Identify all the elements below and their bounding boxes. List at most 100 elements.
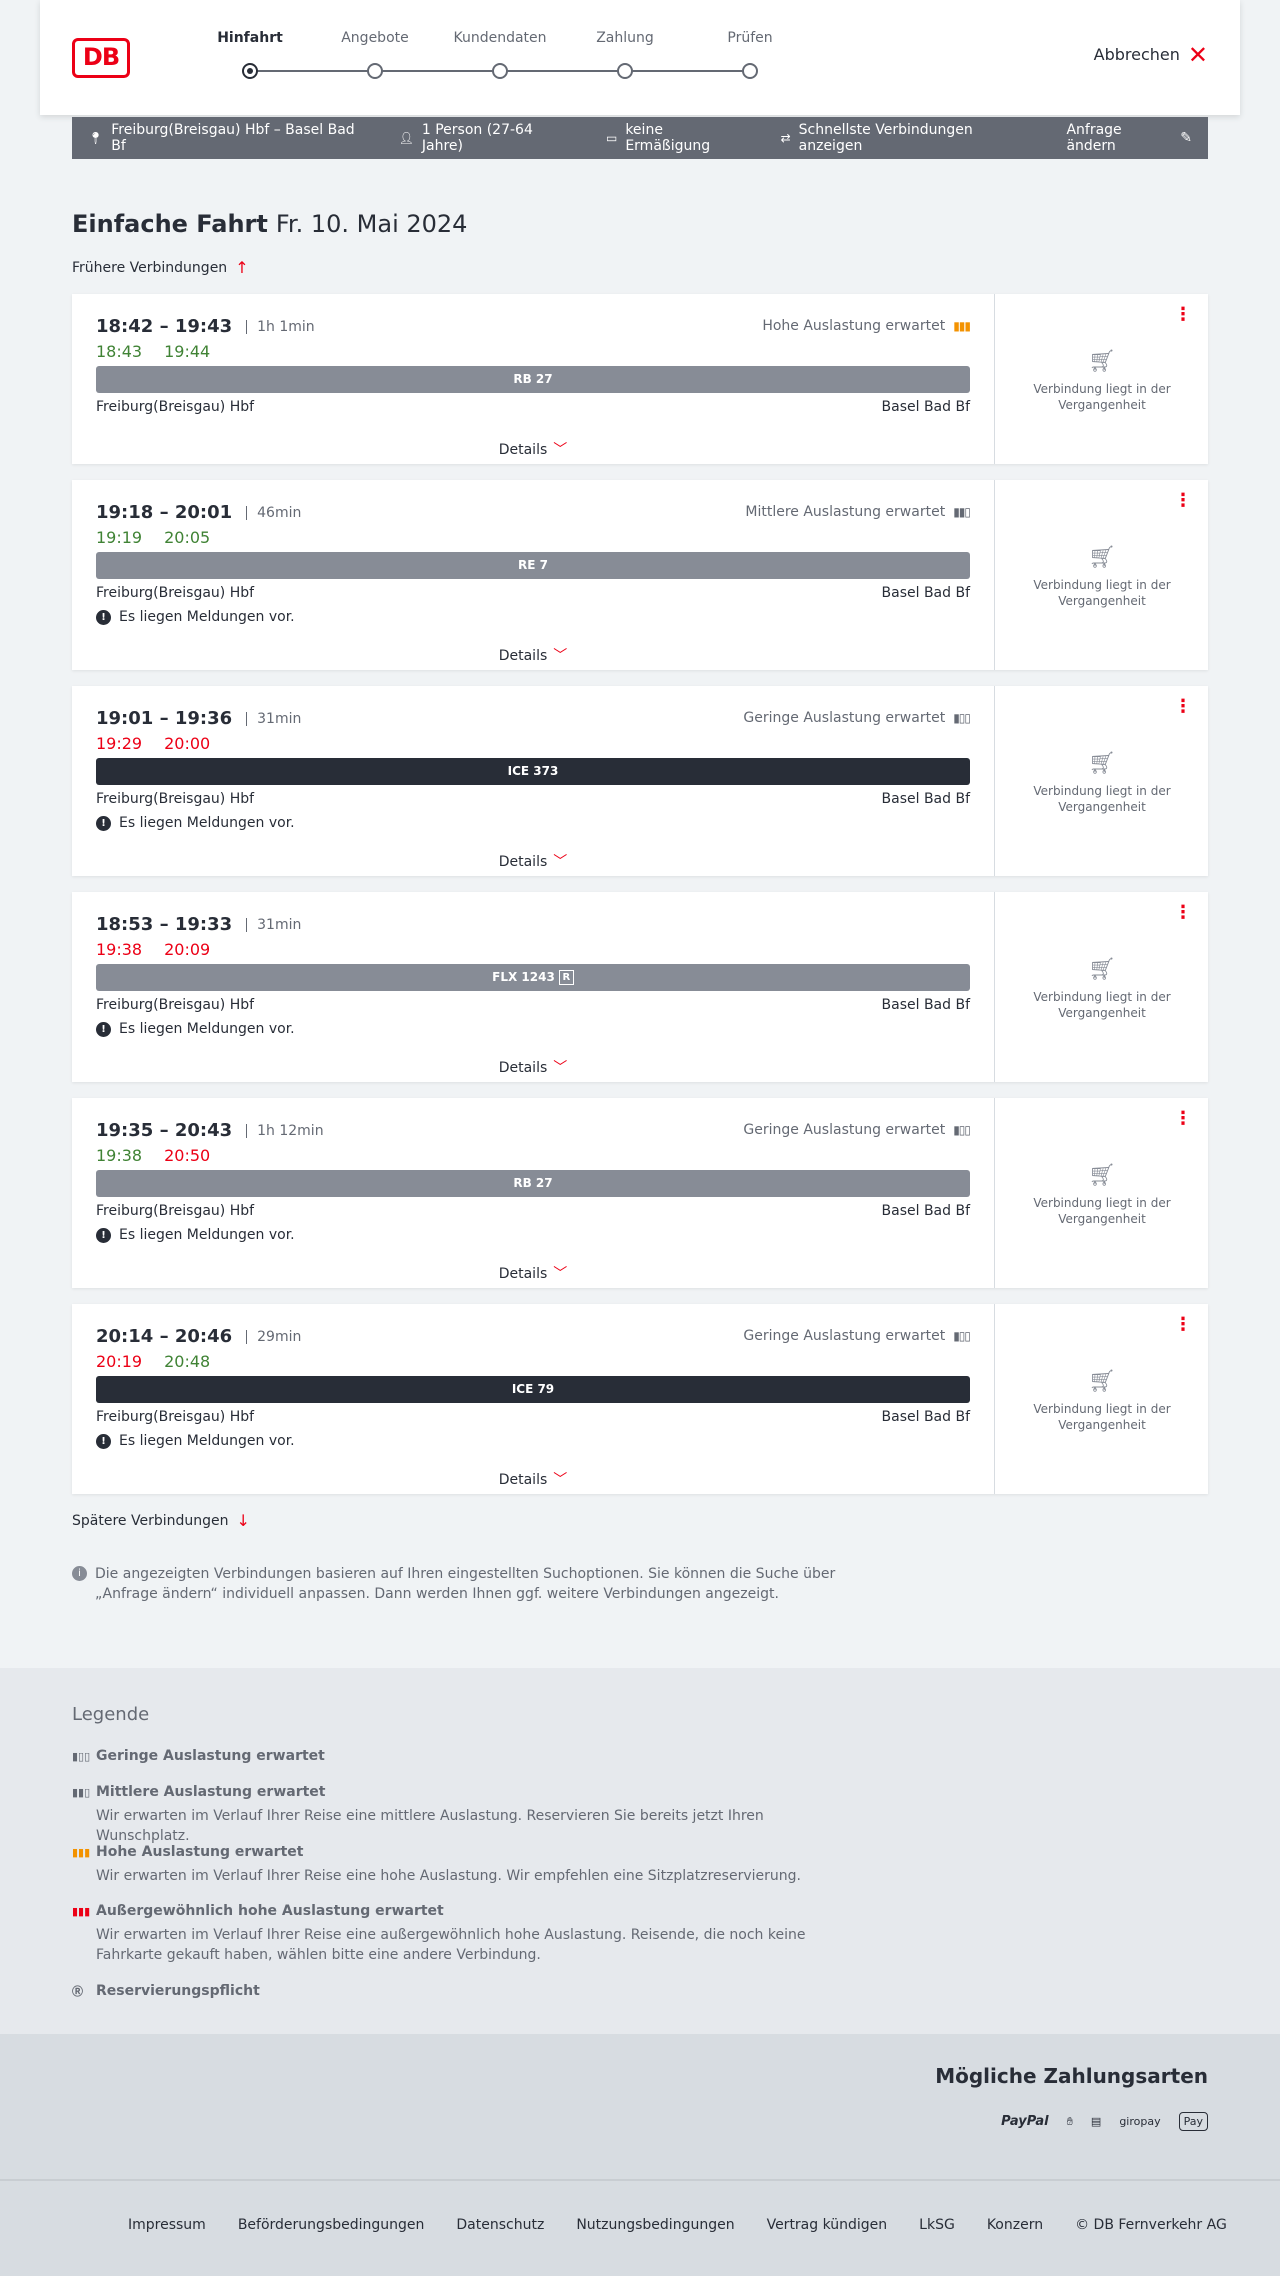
chevron-down-icon: ﹀ — [553, 1266, 568, 1282]
legend-item-title: Außergewöhnlich hohe Auslastung erwartet — [96, 1903, 444, 1919]
footer-links: Impressum Beförderungsbedingungen Datens… — [128, 2217, 1227, 2233]
earlier-connections-link[interactable]: Frühere Verbindungen ↑ — [72, 258, 249, 277]
reservation-icon: R — [558, 970, 574, 985]
chevron-down-icon: ﹀ — [553, 442, 568, 458]
details-toggle[interactable]: Details ﹀ — [72, 1469, 994, 1489]
chevron-down-icon: ﹀ — [553, 648, 568, 664]
chevron-down-icon: ﹀ — [553, 1472, 568, 1488]
connection-card[interactable]: 18:53 – 19:33 31min 19:38 20:09 FLX 1243 R Fre… — [72, 892, 1208, 1082]
realtime-times: 20:19 20:48 — [96, 1352, 210, 1371]
connection-card[interactable]: 19:01 – 19:36 31min 19:29 20:00 Geringe Ausl… — [72, 686, 1208, 876]
message-text: Es liegen Meldungen vor. — [119, 815, 295, 831]
footer-link-lksg[interactable]: LkSG — [919, 2217, 955, 2233]
cart-unavailable-icon: 🛒︎ — [1088, 751, 1116, 776]
legend-item-title: Reservierungspflicht — [96, 1983, 260, 1999]
connection-side: ⋮ 🛒︎ Verbindung liegt in der Vergangenheit — [994, 1098, 1208, 1288]
persons-summary: 👤︎ 1 Person (27-64 Jahre) — [399, 122, 574, 154]
progress-steps: Hinfahrt Angebote Kundendaten Zahlung Pr… — [190, 30, 790, 90]
footer-link-impressum[interactable]: Impressum — [128, 2217, 206, 2233]
legend-item-desc: Wir erwarten im Verlauf Ihrer Reise eine… — [96, 1868, 801, 1884]
footer-link-konzern[interactable]: Konzern — [987, 2217, 1043, 2233]
footer-link-nutzungsbedingungen[interactable]: Nutzungsbedingungen — [576, 2217, 734, 2233]
load-text: Geringe Auslastung erwartet — [743, 710, 946, 726]
alert-icon: ! — [96, 1433, 111, 1449]
more-options-icon[interactable]: ⋮ — [1174, 492, 1192, 510]
legend-title: Legende — [72, 1704, 150, 1725]
step-label: Angebote — [341, 30, 409, 46]
connection-card[interactable]: 20:14 – 20:46 29min 20:19 20:48 Geringe Ausl… — [72, 1304, 1208, 1494]
legend: Legende ▮▯▯ Geringe Auslastung erwartet ▮… — [0, 1668, 1280, 2034]
step-zahlung: Zahlung — [565, 30, 685, 79]
train-bar[interactable]: FLX 1243 R — [96, 964, 970, 991]
more-options-icon[interactable]: ⋮ — [1174, 1110, 1192, 1128]
planned-times: 19:35 – 20:43 — [96, 1120, 233, 1141]
legend-item-extreme: ▮▮▮ Außergewöhnlich hohe Auslastung erwar… — [72, 1903, 852, 1965]
db-logo[interactable]: DB — [72, 38, 130, 78]
realtime-times: 19:38 20:50 — [96, 1146, 210, 1165]
connection-card[interactable]: 18:42 – 19:43 1h 1min 18:43 19:44 Hohe Ausla… — [72, 294, 1208, 464]
train-bar[interactable]: ICE 373 — [96, 758, 970, 785]
medium-load-icon: ▮▮▯ — [72, 1785, 91, 1799]
details-toggle[interactable]: Details ﹀ — [72, 645, 994, 665]
footer-link-datenschutz[interactable]: Datenschutz — [456, 2217, 544, 2233]
connection-main: 18:53 – 19:33 31min 19:38 20:09 FLX 1243 R Fre… — [72, 892, 994, 1082]
footer-link-befoerderungsbedingungen[interactable]: Beförderungsbedingungen — [238, 2217, 425, 2233]
departure-station: Freiburg(Breisgau) Hbf — [96, 997, 255, 1013]
alert-icon: ! — [96, 1227, 111, 1243]
load-indicator: Mittlere Auslastung erwartet ▮▮▯ — [745, 504, 971, 520]
arrival-station: Basel Bad Bf — [881, 1203, 970, 1219]
high-load-icon: ▮▮▮ — [72, 1845, 91, 1859]
step-hinfahrt: Hinfahrt — [190, 30, 310, 79]
legend-item-medium: ▮▮▯ Mittlere Auslastung erwartet Wir erwar… — [72, 1784, 852, 1846]
past-connection-text: Verbindung liegt in der Vergangenheit — [1033, 382, 1171, 412]
legend-item-low: ▮▯▯ Geringe Auslastung erwartet — [72, 1748, 852, 1764]
step-dot — [242, 63, 258, 79]
later-connections-link[interactable]: Spätere Verbindungen ↓ — [72, 1511, 250, 1530]
card-icon: ▭ — [605, 131, 618, 145]
message-notice: ! Es liegen Meldungen vor. — [96, 1433, 295, 1449]
more-options-icon[interactable]: ⋮ — [1174, 306, 1192, 324]
message-text: Es liegen Meldungen vor. — [119, 1433, 295, 1449]
legend-item-high: ▮▮▮ Hohe Auslastung erwartet Wir erwarten … — [72, 1844, 852, 1886]
more-options-icon[interactable]: ⋮ — [1174, 1316, 1192, 1334]
connection-card[interactable]: 19:35 – 20:43 1h 12min 19:38 20:50 Geringe A… — [72, 1098, 1208, 1288]
details-toggle[interactable]: Details ﹀ — [72, 439, 994, 459]
planned-times: 19:18 – 20:01 — [96, 502, 233, 523]
connection-side: ⋮ 🛒︎ Verbindung liegt in der Vergangenheit — [994, 480, 1208, 670]
details-toggle[interactable]: Details ﹀ — [72, 1263, 994, 1283]
cart-unavailable-icon: 🛒︎ — [1088, 349, 1116, 374]
planned-times: 18:42 – 19:43 — [96, 316, 233, 337]
info-text: Die angezeigten Verbindungen basieren au… — [95, 1566, 836, 1602]
step-label: Zahlung — [596, 30, 654, 46]
more-options-icon[interactable]: ⋮ — [1174, 698, 1192, 716]
realtime-departure: 19:29 — [96, 734, 143, 753]
train-name: FLX 1243 — [492, 970, 555, 984]
step-kundendaten: Kundendaten — [440, 30, 560, 79]
train-bar[interactable]: RE 7 — [96, 552, 970, 579]
duration: 31min — [246, 711, 301, 726]
search-summary-bar: 📍︎ Freiburg(Breisgau) Hbf – Basel Bad Bf … — [72, 117, 1208, 159]
details-label: Details — [498, 1266, 548, 1282]
load-text: Hohe Auslastung erwartet — [762, 318, 946, 334]
train-bar[interactable]: RB 27 — [96, 366, 970, 393]
details-toggle[interactable]: Details ﹀ — [72, 1057, 994, 1077]
footer-link-vertrag-kuendigen[interactable]: Vertrag kündigen — [767, 2217, 888, 2233]
planned-times: 20:14 – 20:46 — [96, 1326, 233, 1347]
departure-station: Freiburg(Breisgau) Hbf — [96, 585, 255, 601]
low-load-icon: ▮▯▯ — [953, 711, 971, 725]
earlier-label: Frühere Verbindungen — [72, 259, 228, 276]
train-bar[interactable]: RB 27 — [96, 1170, 970, 1197]
arrival-station: Basel Bad Bf — [881, 399, 970, 415]
more-options-icon[interactable]: ⋮ — [1174, 904, 1192, 922]
train-bar[interactable]: ICE 79 — [96, 1376, 970, 1403]
details-toggle[interactable]: Details ﹀ — [72, 851, 994, 871]
step-label: Kundendaten — [453, 30, 547, 46]
connection-side: ⋮ 🛒︎ Verbindung liegt in der Vergangenheit — [994, 686, 1208, 876]
arrival-station: Basel Bad Bf — [881, 997, 970, 1013]
connection-card[interactable]: 19:18 – 20:01 46min 19:19 20:05 Mittlere Aus… — [72, 480, 1208, 670]
connection-side: ⋮ 🛒︎ Verbindung liegt in der Vergangenheit — [994, 294, 1208, 464]
change-request-button[interactable]: Anfrage ändern ✎ — [1066, 122, 1192, 154]
cancel-button[interactable]: Abbrechen ✕ — [1094, 43, 1208, 67]
stations: Freiburg(Breisgau) Hbf Basel Bad Bf — [96, 791, 970, 807]
realtime-arrival: 19:44 — [164, 342, 211, 361]
